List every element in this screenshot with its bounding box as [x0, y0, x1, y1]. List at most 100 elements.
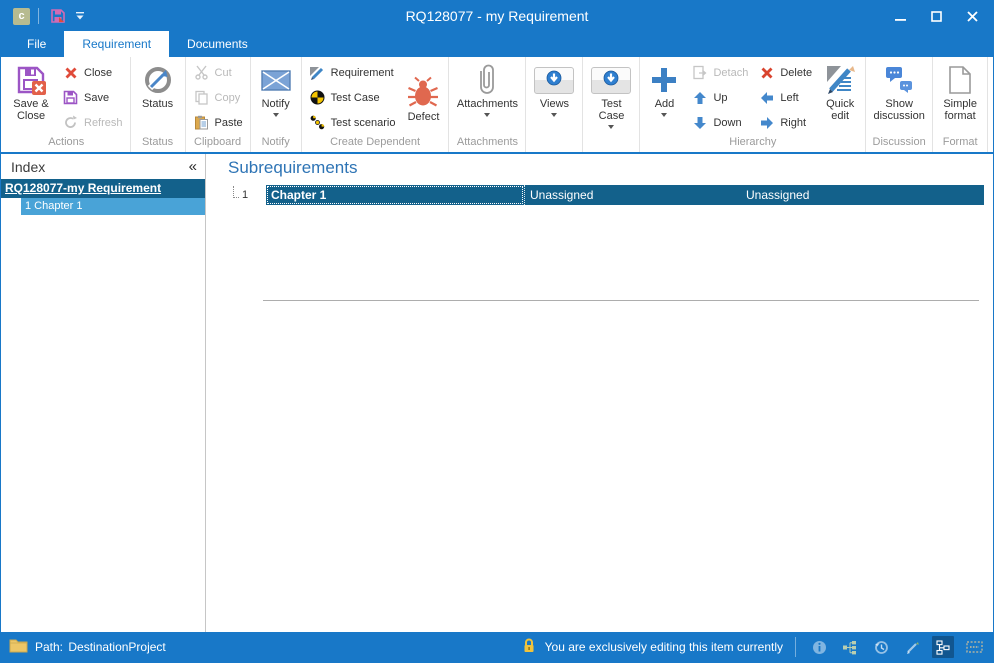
refresh-label: Refresh — [84, 117, 123, 129]
refresh-icon — [62, 115, 79, 130]
create-requirement-button[interactable]: Requirement — [304, 60, 401, 85]
traceability-tree-icon[interactable] — [839, 636, 861, 658]
attachments-button[interactable]: Attachments — [451, 60, 523, 135]
views-button[interactable]: Views — [528, 60, 580, 135]
close-label: Close — [84, 67, 112, 79]
group-label-discussion: Discussion — [866, 135, 932, 152]
history-icon[interactable] — [870, 636, 892, 658]
tab-documents[interactable]: Documents — [169, 31, 266, 57]
index-root-item[interactable]: RQ128077-my Requirement — [1, 179, 205, 198]
simple-format-icon — [948, 62, 972, 98]
status-icon — [142, 62, 174, 98]
simple-format-label: Simple format — [937, 98, 983, 122]
attachments-caret-icon — [484, 113, 490, 117]
left-button[interactable]: Left — [753, 85, 817, 110]
group-label-format: Format — [933, 135, 987, 152]
ribbon-close-button[interactable]: Close — [57, 60, 128, 85]
copy-icon — [193, 90, 210, 105]
row-title-cell[interactable]: Chapter 1 — [266, 185, 524, 205]
info-icon[interactable] — [808, 636, 830, 658]
defect-icon — [406, 75, 440, 111]
paste-icon — [193, 115, 210, 130]
quick-save-icon[interactable] — [47, 5, 69, 27]
up-button[interactable]: Up — [686, 85, 753, 110]
index-title: Index — [11, 159, 45, 175]
ribbon-group-format: Simple format Format — [933, 57, 988, 152]
statusbar: Path: DestinationProject You are exclusi… — [1, 632, 993, 662]
group-label-clipboard: Clipboard — [186, 135, 250, 152]
copy-label: Copy — [215, 92, 241, 104]
ribbon-group-views: Views — [526, 57, 583, 152]
right-label: Right — [780, 117, 806, 129]
ribbon-group-discussion: Show discussion Discussion — [866, 57, 933, 152]
tab-requirement[interactable]: Requirement — [64, 31, 169, 57]
window-controls — [885, 4, 987, 28]
test-scenario-icon — [309, 115, 326, 130]
refresh-button[interactable]: Refresh — [57, 110, 128, 135]
signature-icon[interactable] — [901, 636, 923, 658]
row-tree-node[interactable]: 1 — [233, 185, 266, 205]
left-arrow-icon — [758, 91, 775, 105]
minimize-button[interactable] — [885, 4, 915, 28]
save-label: Save — [84, 92, 109, 104]
delete-button[interactable]: Delete — [753, 60, 817, 85]
group-label-views — [526, 135, 582, 152]
down-button[interactable]: Down — [686, 110, 753, 135]
create-test-scenario-button[interactable]: Test scenario — [304, 110, 401, 135]
paste-button[interactable]: Paste — [188, 110, 248, 135]
add-label: Add — [655, 98, 675, 110]
up-label: Up — [713, 92, 727, 104]
group-label-create-dependent: Create Dependent — [302, 135, 449, 152]
test-case-icon — [309, 90, 326, 105]
maximize-button[interactable] — [921, 4, 951, 28]
add-button[interactable]: Add — [642, 60, 686, 135]
down-label: Down — [713, 117, 741, 129]
copy-button[interactable]: Copy — [188, 85, 248, 110]
ribbon-group-hierarchy: Add Detach Up Down — [640, 57, 866, 152]
ribbon-group-create-dependent: Requirement Test Case Test scenario — [302, 57, 450, 152]
subrequirement-row[interactable]: 1 Chapter 1 Unassigned Unassigned — [233, 185, 993, 205]
notify-button[interactable]: Notify — [253, 60, 299, 135]
index-child-item[interactable]: 1 Chapter 1 — [21, 198, 205, 215]
cut-button[interactable]: Cut — [188, 60, 248, 85]
notify-caret-icon — [273, 113, 279, 117]
row-assignee-cell[interactable]: Unassigned — [524, 185, 741, 205]
quick-edit-icon — [823, 62, 857, 98]
detach-button[interactable]: Detach — [686, 60, 753, 85]
save-button[interactable]: Save — [57, 85, 128, 110]
status-button[interactable]: Status — [133, 60, 183, 135]
create-test-case-button[interactable]: Test Case — [304, 85, 401, 110]
paste-label: Paste — [215, 117, 243, 129]
folder-icon — [9, 638, 28, 656]
test-case-dropdown-label: Test Case — [593, 98, 629, 122]
views-icon — [534, 67, 574, 94]
group-label-actions: Actions — [3, 135, 130, 152]
row-status-cell[interactable]: Unassigned — [741, 185, 984, 205]
ribbon-group-actions: Save & Close Close Save Refresh — [3, 57, 131, 152]
app-icon[interactable]: c — [13, 8, 30, 25]
quick-edit-button[interactable]: Quick edit — [817, 60, 863, 135]
row-cells[interactable]: Chapter 1 Unassigned Unassigned — [266, 185, 984, 205]
attachments-icon — [477, 62, 497, 98]
simple-format-button[interactable]: Simple format — [935, 60, 985, 135]
show-discussion-button[interactable]: Show discussion — [868, 60, 930, 135]
test-case-dropdown-button[interactable]: Test Case — [585, 60, 637, 135]
selection-box-icon[interactable] — [963, 636, 985, 658]
right-button[interactable]: Right — [753, 110, 817, 135]
up-arrow-icon — [691, 91, 708, 105]
save-close-button[interactable]: Save & Close — [5, 60, 57, 135]
ribbon-group-status: Status Status — [131, 57, 186, 152]
edit-lock-message: You are exclusively editing this item cu… — [545, 640, 783, 654]
tab-file[interactable]: File — [9, 31, 64, 57]
group-label-hierarchy: Hierarchy — [640, 135, 865, 152]
add-icon — [649, 62, 679, 98]
create-defect-button[interactable]: Defect — [400, 60, 446, 135]
ribbon: Save & Close Close Save Refresh — [1, 57, 993, 154]
sidebar-collapse-icon[interactable]: « — [189, 158, 197, 175]
group-label-status: Status — [131, 135, 185, 152]
views-label: Views — [540, 98, 569, 110]
views-caret-icon — [551, 113, 557, 117]
qat-customize-icon[interactable] — [69, 5, 91, 27]
close-window-button[interactable] — [957, 4, 987, 28]
hierarchy-view-icon[interactable] — [932, 636, 954, 658]
